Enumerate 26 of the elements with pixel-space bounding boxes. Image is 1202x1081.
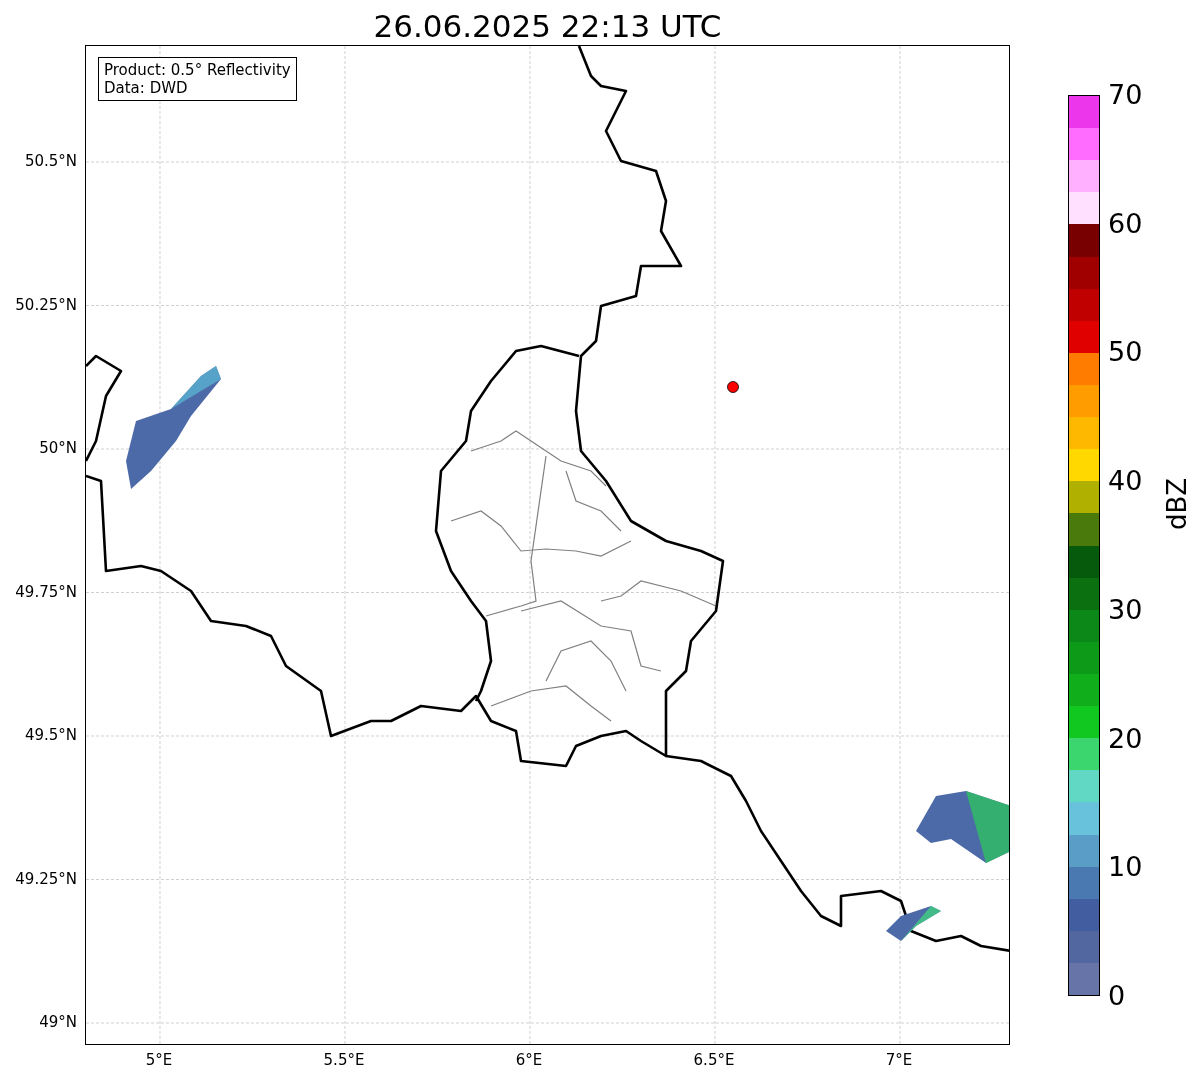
- colorbar-tick-label: 10: [1108, 852, 1143, 883]
- longitude-tick-label: 5°E: [145, 1051, 173, 1069]
- latitude-tick-label: 50°N: [39, 439, 77, 457]
- longitude-tick-label: 7°E: [885, 1051, 913, 1069]
- colorbar-tick-label: 70: [1108, 80, 1143, 110]
- info-text: Product: 0.5° Reflectivity: [104, 61, 291, 79]
- colorbar-tick-label: 40: [1108, 466, 1143, 497]
- longitude-tick-label: 6°E: [515, 1051, 543, 1069]
- longitude-tick-label: 5.5°E: [323, 1051, 365, 1069]
- latitude-tick-label: 49°N: [39, 1013, 77, 1031]
- colorbar-tick-label: 50: [1108, 337, 1143, 368]
- latitude-tick-label: 49.75°N: [15, 582, 77, 601]
- colorbar-label: dBZ: [1162, 477, 1192, 530]
- radar-echo: [886, 906, 941, 941]
- latitude-tick-label: 50.25°N: [15, 295, 77, 314]
- colorbar-tick-label: 20: [1108, 723, 1143, 754]
- latitude-tick-label: 50.5°N: [24, 152, 77, 170]
- colorbar-tick-label: 30: [1108, 594, 1143, 625]
- longitude-tick-label: 6.5°E: [693, 1051, 735, 1069]
- colorbar-tick-label: 60: [1108, 208, 1143, 239]
- colorbar-tick-label: 0: [1108, 981, 1126, 1011]
- chart-title: 26.06.2025 22:13 UTC: [373, 7, 722, 45]
- latitude-tick-label: 49.5°N: [24, 726, 77, 744]
- latitude-tick-label: 49.25°N: [15, 869, 77, 888]
- location-marker: [727, 381, 739, 393]
- info-text: Data: DWD: [104, 79, 189, 97]
